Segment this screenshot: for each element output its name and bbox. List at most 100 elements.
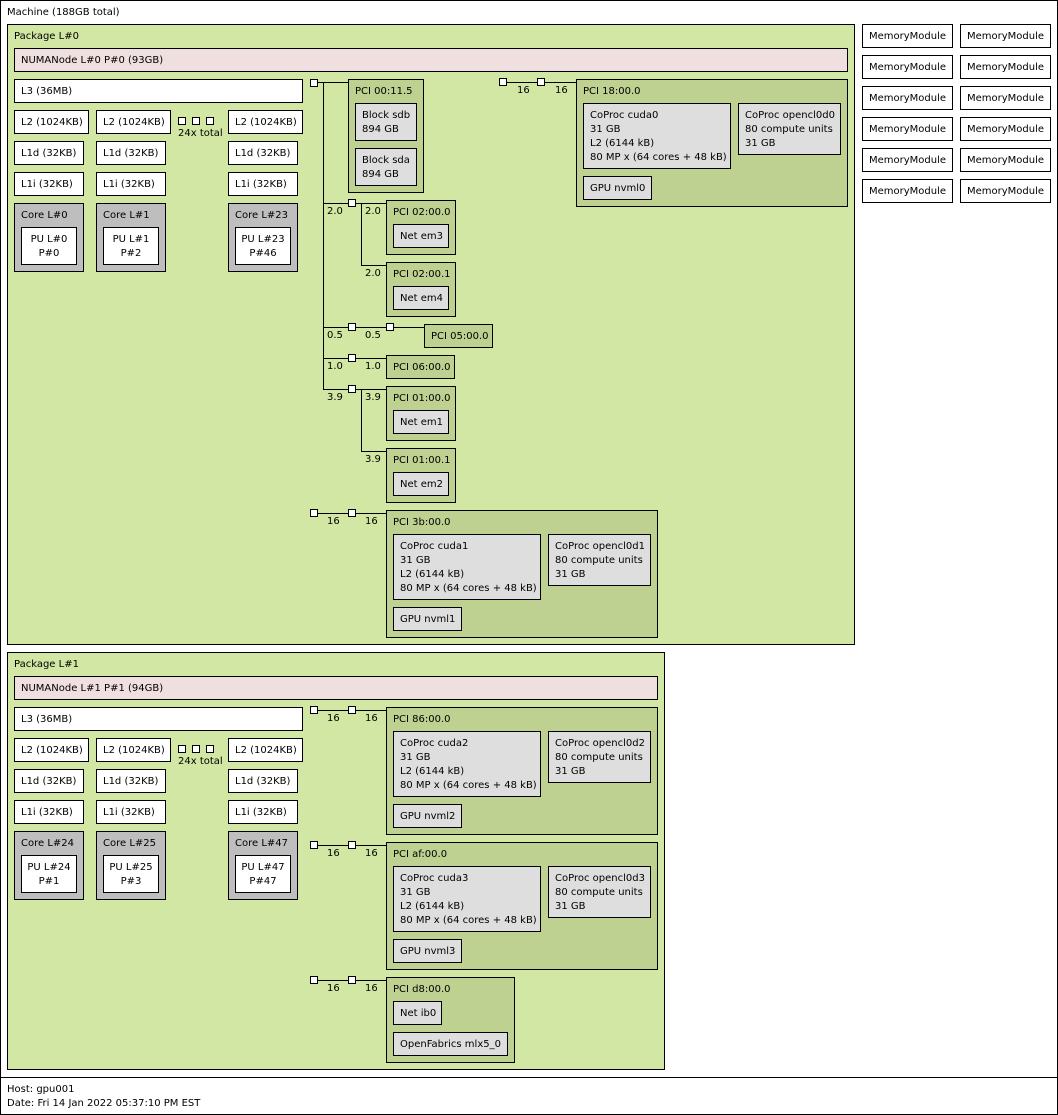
link-speed: 3.9 — [365, 392, 381, 403]
net-device: Net em1 — [393, 410, 449, 434]
pci-bridge — [348, 706, 356, 714]
ellipsis-dot — [178, 117, 186, 125]
link-speed: 16 — [327, 516, 340, 527]
memory-module: MemoryModule — [960, 86, 1051, 110]
ellipsis-dot — [206, 117, 214, 125]
host-label: Host: gpu001 — [7, 1084, 75, 1095]
pu: PU L#25 P#3 — [103, 855, 159, 893]
host-bridge — [310, 841, 318, 849]
pu: PU L#23 P#46 — [235, 227, 291, 265]
footer-divider — [0, 1077, 1058, 1078]
package-title: Package L#1 — [14, 659, 79, 670]
link-speed: 3.9 — [365, 454, 381, 465]
l2-cache: L2 (1024KB) — [96, 110, 171, 134]
host-bridge — [310, 706, 318, 714]
numa-node: NUMANode L#1 P#1 (94GB) — [14, 676, 658, 700]
link-speed: 2.0 — [327, 206, 343, 217]
pci-bridge — [537, 78, 545, 86]
memory-module: MemoryModule — [862, 148, 953, 172]
l1i-cache: L1i (32KB) — [14, 800, 84, 824]
block-device: Block sdb 894 GB — [355, 103, 417, 141]
coproc-cuda: CoProc cuda1 31 GB L2 (6144 kB) 80 MP x … — [393, 534, 541, 600]
link-speed: 16 — [365, 713, 378, 724]
link-speed: 16 — [327, 983, 340, 994]
pci-link — [361, 451, 386, 452]
coproc-cuda: CoProc cuda0 31 GB L2 (6144 kB) 80 MP x … — [583, 103, 731, 169]
memory-module: MemoryModule — [960, 179, 1051, 203]
l3-cache: L3 (36MB) — [14, 707, 303, 731]
memory-module: MemoryModule — [862, 24, 953, 48]
link-speed: 0.5 — [365, 330, 381, 341]
ellipsis-dot — [178, 745, 186, 753]
gpu-device: GPU nvml2 — [393, 804, 462, 828]
l1d-cache: L1d (32KB) — [96, 769, 166, 793]
date-label: Date: Fri 14 Jan 2022 05:37:10 PM EST — [7, 1098, 201, 1109]
memory-module: MemoryModule — [960, 117, 1051, 141]
l2-cache: L2 (1024KB) — [14, 738, 89, 762]
pu: PU L#1 P#2 — [103, 227, 159, 265]
link-speed: 16 — [365, 983, 378, 994]
link-speed: 2.0 — [365, 206, 381, 217]
package-title: Package L#0 — [14, 31, 79, 42]
l1d-cache: L1d (32KB) — [14, 141, 84, 165]
link-speed: 16 — [365, 516, 378, 527]
net-device: Net em4 — [393, 286, 449, 310]
coproc-opencl: CoProc opencl0d3 80 compute units 31 GB — [548, 866, 651, 918]
pci-link — [361, 265, 386, 266]
pci-device: PCI 06:00.0 — [386, 355, 455, 379]
coproc-cuda: CoProc cuda3 31 GB L2 (6144 kB) 80 MP x … — [393, 866, 541, 932]
host-bridge — [310, 79, 318, 87]
host-bridge — [310, 509, 318, 517]
pci-link — [323, 82, 324, 389]
link-speed: 16 — [555, 85, 568, 96]
link-speed: 3.9 — [327, 392, 343, 403]
ellipsis-dot — [192, 745, 200, 753]
l1i-cache: L1i (32KB) — [14, 172, 84, 196]
gpu-device: GPU nvml0 — [583, 176, 652, 200]
memory-module: MemoryModule — [862, 55, 953, 79]
link-speed: 2.0 — [365, 268, 381, 279]
pci-bridge — [386, 323, 394, 331]
l1i-cache: L1i (32KB) — [228, 800, 298, 824]
link-speed: 1.0 — [365, 361, 381, 372]
memory-module: MemoryModule — [862, 179, 953, 203]
l1d-cache: L1d (32KB) — [228, 769, 298, 793]
host-bridge — [499, 78, 507, 86]
machine-title: Machine (188GB total) — [7, 7, 120, 18]
pci-device: PCI 05:00.0 — [424, 324, 493, 348]
l1i-cache: L1i (32KB) — [228, 172, 298, 196]
pci-bridge — [348, 385, 356, 393]
link-speed: 16 — [327, 713, 340, 724]
openfabrics-device: OpenFabrics mlx5_0 — [393, 1032, 508, 1056]
link-speed: 16 — [327, 848, 340, 859]
l1i-cache: L1i (32KB) — [96, 800, 166, 824]
pci-bridge — [348, 323, 356, 331]
memory-module: MemoryModule — [862, 86, 953, 110]
pu: PU L#47 P#47 — [235, 855, 291, 893]
pci-bridge — [348, 199, 356, 207]
coproc-opencl: CoProc opencl0d0 80 compute units 31 GB — [738, 103, 841, 155]
total-count: 24x total — [178, 128, 223, 139]
memory-module: MemoryModule — [960, 55, 1051, 79]
l3-cache: L3 (36MB) — [14, 79, 303, 103]
memory-module: MemoryModule — [862, 117, 953, 141]
link-speed: 0.5 — [327, 330, 343, 341]
net-device: Net em2 — [393, 472, 449, 496]
pu: PU L#0 P#0 — [21, 227, 77, 265]
pci-bridge — [348, 976, 356, 984]
link-speed: 16 — [365, 848, 378, 859]
l1i-cache: L1i (32KB) — [96, 172, 166, 196]
memory-module: MemoryModule — [960, 24, 1051, 48]
numa-node: NUMANode L#0 P#0 (93GB) — [14, 48, 848, 72]
block-device: Block sda 894 GB — [355, 148, 417, 186]
total-count: 24x total — [178, 756, 223, 767]
coproc-opencl: CoProc opencl0d2 80 compute units 31 GB — [548, 731, 651, 783]
pci-link — [317, 82, 348, 83]
ellipsis-dot — [206, 745, 214, 753]
pci-bridge — [348, 841, 356, 849]
host-bridge — [310, 976, 318, 984]
l1d-cache: L1d (32KB) — [14, 769, 84, 793]
coproc-cuda: CoProc cuda2 31 GB L2 (6144 kB) 80 MP x … — [393, 731, 541, 797]
l2-cache: L2 (1024KB) — [96, 738, 171, 762]
coproc-opencl: CoProc opencl0d1 80 compute units 31 GB — [548, 534, 651, 586]
